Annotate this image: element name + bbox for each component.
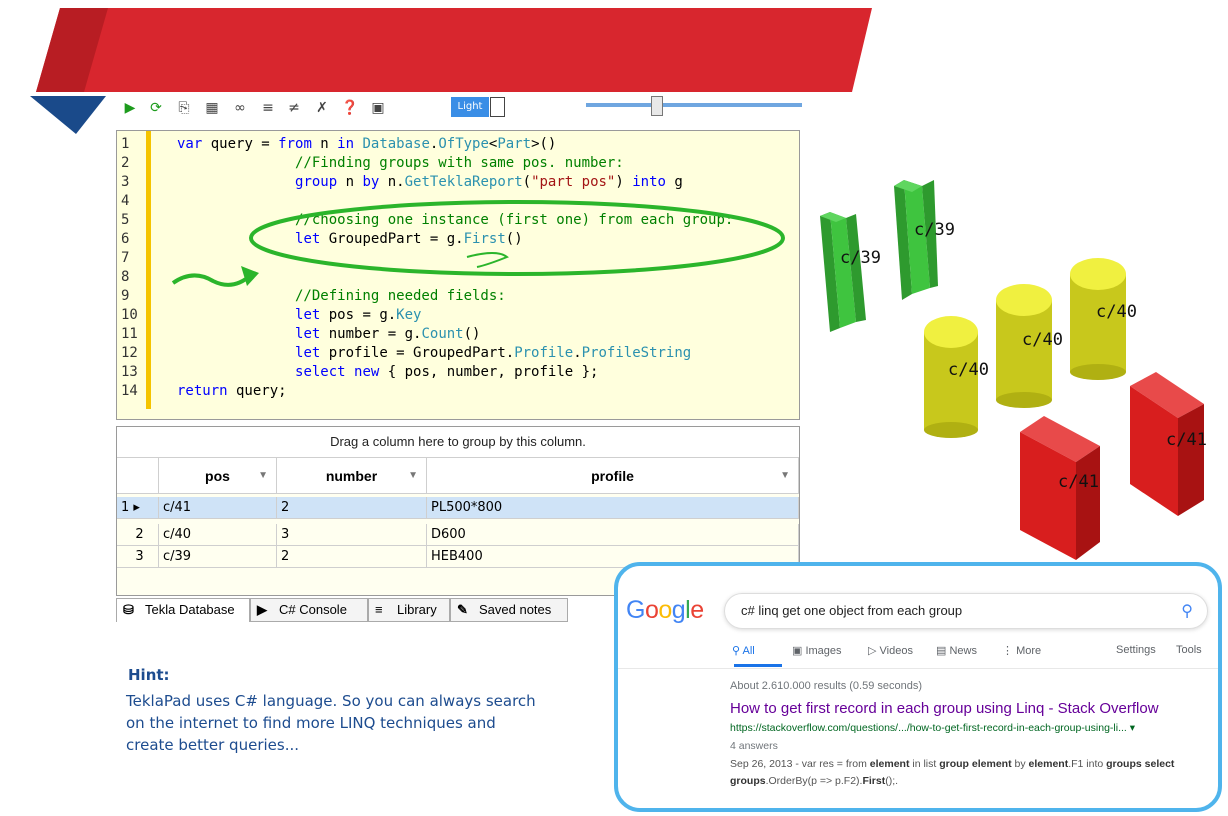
- cell-pos[interactable]: c/40: [159, 524, 277, 546]
- tab-tools[interactable]: Tools: [1176, 644, 1202, 656]
- row-index: 3: [117, 546, 159, 568]
- toolbar: ▶ ⟳ ⎘ ▦ ∞ ≡ ≠ ✗ ❓ ▣ Light: [116, 94, 802, 122]
- tab-csharp-console[interactable]: ▶ C# Console: [250, 598, 368, 622]
- table-row[interactable]: 2 c/40 3 D600: [117, 524, 799, 546]
- pen-icon: ✎: [457, 602, 468, 617]
- label-c39-right: c/39: [914, 220, 955, 240]
- label-c40-front: c/40: [948, 360, 989, 380]
- search-replace-icon[interactable]: ∞: [230, 98, 250, 118]
- row-header-corner: [117, 458, 159, 494]
- export-icon[interactable]: ⎘: [174, 98, 194, 118]
- filter-icon[interactable]: ▼: [258, 458, 268, 494]
- annotation-overlay: [171, 200, 785, 287]
- cell-pos[interactable]: c/41: [159, 497, 277, 519]
- label-c39-left: c/39: [840, 248, 881, 268]
- row-index: 2: [117, 524, 159, 546]
- banner-red-shape: [36, 8, 872, 92]
- search-icon[interactable]: ⚲: [1181, 601, 1193, 621]
- result-snippet: Sep 26, 2013 - var res = from element in…: [730, 758, 1175, 787]
- search-query[interactable]: c# linq get one object from each group: [741, 603, 962, 618]
- tab-settings[interactable]: Settings: [1116, 644, 1156, 656]
- label-c40-back: c/40: [1096, 302, 1137, 322]
- zoom-slider[interactable]: [586, 96, 802, 116]
- result-answers: 4 answers: [730, 740, 778, 752]
- cell-number[interactable]: 2: [277, 497, 427, 519]
- code-editor[interactable]: 1 var query = from n in Database.OfType<P…: [116, 130, 800, 420]
- banner-blue-shape: [30, 96, 106, 134]
- beam-right: [894, 180, 938, 300]
- google-logo[interactable]: Google: [626, 596, 704, 625]
- tab-videos[interactable]: ▷ Videos: [868, 644, 913, 657]
- comment-icon[interactable]: ≡: [258, 98, 278, 118]
- table-row[interactable]: 1 ▸ c/41 2 PL500*800: [117, 497, 799, 519]
- column-header-profile[interactable]: profile ▼: [427, 458, 799, 494]
- zoom-slider-thumb[interactable]: [651, 96, 663, 116]
- result-url[interactable]: https://stackoverflow.com/questions/.../…: [730, 722, 1135, 734]
- result-count: About 2.610.000 results (0.59 seconds): [730, 680, 923, 692]
- google-search-card: Google c# linq get one object from each …: [614, 562, 1222, 812]
- cell-profile[interactable]: PL500*800: [427, 497, 799, 519]
- hint-title: Hint:: [128, 666, 170, 684]
- filter-icon[interactable]: ▼: [780, 458, 790, 494]
- annotation-arrowhead: [241, 266, 259, 286]
- cell-profile[interactable]: D600: [427, 524, 799, 546]
- label-c41-back: c/41: [1166, 430, 1207, 450]
- tab-tekla-database[interactable]: ⛁ Tekla Database: [116, 598, 250, 622]
- model-shapes: [820, 180, 1204, 560]
- light-label: Light: [451, 97, 489, 117]
- cell-number[interactable]: 2: [277, 546, 427, 568]
- run-icon[interactable]: ▶: [120, 98, 140, 118]
- label-c40-mid: c/40: [1022, 330, 1063, 350]
- help-icon[interactable]: ❓: [340, 98, 360, 118]
- tab-all[interactable]: ⚲ All: [732, 644, 755, 657]
- chevron-down-icon[interactable]: ▾: [1130, 722, 1135, 734]
- snippet-icon[interactable]: ▣: [368, 98, 388, 118]
- table-icon[interactable]: ▦: [202, 98, 222, 118]
- divider: [618, 668, 1218, 669]
- annotation-arrow: [171, 273, 253, 287]
- group-by-area[interactable]: Drag a column here to group by this colu…: [117, 427, 799, 458]
- cell-pos[interactable]: c/39: [159, 546, 277, 568]
- active-tab-indicator: [734, 664, 782, 667]
- column-header-number[interactable]: number ▼: [277, 458, 427, 494]
- refresh-icon[interactable]: ⟳: [146, 98, 166, 118]
- light-theme-toggle[interactable]: Light: [451, 97, 507, 117]
- theme-checkbox[interactable]: [490, 97, 505, 117]
- google-tabs: ⚲ All ▣ Images ▷ Videos ▤ News ⋮ More Se…: [732, 638, 1212, 668]
- tab-saved-notes[interactable]: ✎ Saved notes: [450, 598, 568, 622]
- tab-more[interactable]: ⋮ More: [1002, 644, 1041, 657]
- hint-text: TeklaPad uses C# language. So you can al…: [126, 692, 536, 754]
- filter-icon[interactable]: ▼: [408, 458, 418, 494]
- database-icon: ⛁: [123, 602, 134, 617]
- zoom-slider-track: [586, 103, 802, 107]
- result-title-link[interactable]: How to get first record in each group us…: [730, 700, 1159, 717]
- label-c41-front: c/41: [1058, 472, 1099, 492]
- annotation-underline: [466, 252, 509, 268]
- model-3d-view: c/39 c/39 c/40 c/40 c/40 c/41 c/41: [806, 170, 1228, 570]
- tab-library[interactable]: ≡ Library: [368, 598, 450, 622]
- annotation-ellipse: [249, 200, 785, 276]
- column-header-pos[interactable]: pos ▼: [159, 458, 277, 494]
- beam-left: [820, 212, 866, 332]
- tab-news[interactable]: ▤ News: [936, 644, 977, 657]
- cell-number[interactable]: 3: [277, 524, 427, 546]
- library-icon: ≡: [375, 602, 383, 617]
- search-input[interactable]: c# linq get one object from each group ⚲: [724, 593, 1208, 629]
- console-icon: ▶: [257, 602, 267, 617]
- tab-images[interactable]: ▣ Images: [792, 644, 842, 657]
- row-index: 1 ▸: [117, 497, 159, 519]
- uncomment-icon[interactable]: ≠: [284, 98, 304, 118]
- clear-icon[interactable]: ✗: [312, 98, 332, 118]
